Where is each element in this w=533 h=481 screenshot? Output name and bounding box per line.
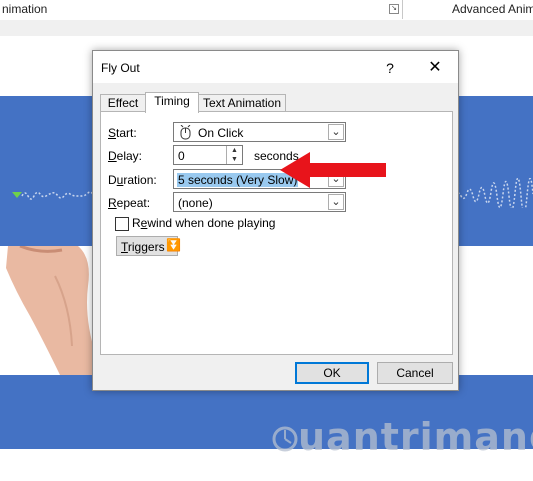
start-value: On Click [198, 126, 244, 140]
dialog-launcher-icon[interactable]: ↘ [389, 4, 399, 14]
ribbon-group-label-advanced-animation: Advanced Anim [452, 2, 533, 16]
ok-button[interactable]: OK [295, 362, 369, 384]
start-label: Start: [108, 126, 137, 140]
double-chevron-down-icon: ⏬ [166, 238, 181, 252]
pane-background [0, 20, 533, 36]
help-button[interactable]: ? [375, 57, 405, 79]
repeat-label: Repeat: [108, 196, 151, 210]
rewind-label: Rewind when done playing [132, 216, 276, 230]
spin-down-icon[interactable]: ▼ [226, 155, 242, 164]
cancel-button[interactable]: Cancel [377, 362, 453, 384]
duration-label: Duration: [108, 173, 157, 187]
chevron-down-icon[interactable]: ⌄ [328, 194, 344, 210]
hand-image [0, 246, 100, 375]
tab-timing[interactable]: Timing [145, 92, 199, 113]
close-button[interactable]: ✕ [423, 57, 447, 79]
ribbon-group-label-animation: nimation [2, 2, 48, 16]
triggers-button[interactable]: Triggers ⏬ [116, 236, 181, 256]
rewind-checkbox[interactable] [115, 217, 129, 231]
repeat-dropdown[interactable]: (none) ⌄ [173, 192, 346, 212]
chevron-down-icon[interactable]: ⌄ [328, 124, 344, 140]
ribbon-strip: nimation ↘ Advanced Anim [0, 0, 533, 21]
delay-spinner[interactable]: 0 ▲ ▼ [173, 145, 243, 165]
tab-text-animation[interactable]: Text Animation [198, 94, 286, 112]
watermark-icon [272, 426, 298, 452]
ribbon-separator [402, 0, 403, 19]
repeat-value: (none) [178, 196, 213, 210]
delay-value: 0 [178, 149, 185, 163]
dialog-title: Fly Out [101, 61, 140, 75]
triggers-label: Triggers [121, 240, 165, 254]
fly-out-dialog: Fly Out ? ✕ Effect Timing Text Animation… [92, 50, 459, 391]
watermark-text: uantrimang [298, 415, 533, 459]
play-marker-icon [12, 192, 22, 198]
dialog-titlebar: Fly Out ? ✕ [93, 51, 458, 83]
mouse-click-icon [180, 125, 191, 140]
tab-effect[interactable]: Effect [100, 94, 146, 112]
delay-label: Delay: [108, 149, 143, 163]
red-arrow-annotation [280, 152, 386, 188]
timing-panel: Start: On Click ⌄ Delay: 0 ▲ ▼ seconds D… [100, 111, 453, 355]
start-dropdown[interactable]: On Click ⌄ [173, 122, 346, 142]
watermark-logo: uantrimang [272, 413, 533, 473]
